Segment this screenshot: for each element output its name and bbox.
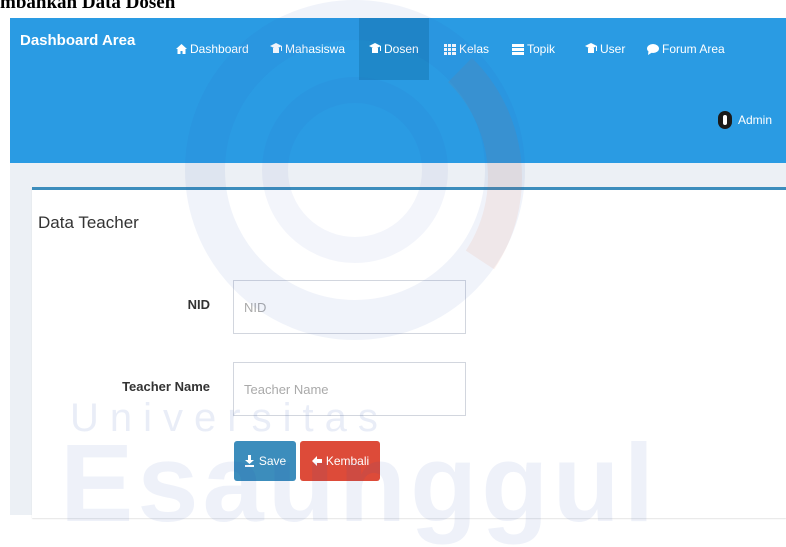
save-icon: [244, 455, 256, 467]
user-menu[interactable]: Admin: [717, 111, 772, 129]
teacher-name-label: Teacher Name: [122, 379, 210, 394]
user-icon: [717, 111, 732, 129]
nav-item-dashboard[interactable]: Dashboard: [175, 18, 249, 80]
user-name: Admin: [737, 113, 772, 127]
save-button-label: Save: [258, 454, 287, 468]
nav-label-forum-area: Forum Area: [662, 42, 725, 56]
home-icon: [175, 43, 187, 55]
teacher-name-input[interactable]: [233, 362, 466, 416]
nav-label-dashboard: Dashboard: [190, 42, 249, 56]
nav-item-dosen[interactable]: Dosen: [359, 18, 429, 80]
graduation-icon: [585, 43, 597, 55]
document-title: mbahkan Data Dosen: [0, 0, 176, 13]
navbar: Dashboard Area Dashboard Mahasiswa Dosen…: [10, 18, 786, 163]
comment-icon: [647, 43, 659, 55]
nav-item-topik[interactable]: Topik: [512, 18, 555, 80]
nid-input[interactable]: [233, 280, 466, 334]
nav-item-user[interactable]: User: [585, 18, 625, 80]
box-title: Data Teacher: [38, 213, 139, 232]
save-button[interactable]: Save: [234, 441, 296, 481]
nav-item-mahasiswa[interactable]: Mahasiswa: [270, 18, 345, 80]
nav-label-user: User: [600, 42, 626, 56]
back-button[interactable]: Kembali: [300, 441, 380, 481]
nav-label-dosen: Dosen: [384, 42, 419, 56]
nav-label-mahasiswa: Mahasiswa: [285, 42, 346, 56]
arrow-left-icon: [311, 455, 323, 467]
brand-title[interactable]: Dashboard Area: [20, 32, 135, 49]
nav-item-kelas[interactable]: Kelas: [444, 18, 489, 80]
nid-label: NID: [187, 297, 210, 312]
form-box: [32, 187, 786, 518]
graduation-icon: [270, 43, 282, 55]
grid-icon: [444, 43, 456, 55]
nav-label-kelas: Kelas: [459, 42, 490, 56]
graduation-icon: [369, 43, 381, 55]
list-icon: [512, 43, 524, 55]
nav-item-forum-area[interactable]: Forum Area: [647, 18, 725, 80]
back-button-label: Kembali: [325, 454, 370, 468]
nav-label-topik: Topik: [527, 42, 556, 56]
